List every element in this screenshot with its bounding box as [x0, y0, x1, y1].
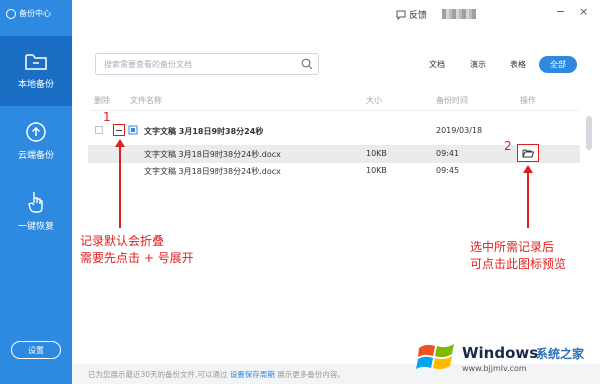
feedback-label: 反馈	[409, 11, 428, 21]
save-period-link[interactable]: 设置保存周期	[230, 370, 275, 379]
document-icon	[128, 125, 138, 138]
footer-prefix: 已为您展示最近30天的备份文件,可以通过	[88, 370, 230, 379]
group-checkbox[interactable]	[95, 126, 103, 134]
folder-icon	[25, 53, 47, 71]
sidebar-item-label: 本地备份	[17, 79, 54, 90]
column-header-action: 操作	[520, 96, 536, 105]
sidebar-item-local-backup[interactable]: 本地备份	[0, 36, 72, 106]
annotation-arrow-line-2	[527, 172, 529, 228]
filter-presentation[interactable]: 演示	[465, 56, 491, 73]
sidebar-item-one-click-restore[interactable]: 一键恢复	[0, 176, 72, 246]
sidebar-item-label: 一键恢复	[17, 221, 54, 232]
minimize-button[interactable]: −	[556, 5, 565, 18]
column-header-time: 备份时间	[436, 96, 468, 105]
app-title: 备份中心	[6, 8, 51, 19]
app-title-label: 备份中心	[19, 9, 51, 18]
sidebar-item-cloud-backup[interactable]: 云端备份	[0, 106, 72, 176]
hand-pointer-icon	[26, 191, 46, 213]
search-input[interactable]	[104, 58, 294, 71]
scrollbar[interactable]	[586, 116, 592, 150]
annotation-line: 需要先点击 + 号展开	[80, 251, 194, 265]
annotation-text-left: 记录默认会折叠 需要先点击 + 号展开	[80, 233, 194, 267]
collapse-toggle-button[interactable]	[113, 124, 125, 136]
watermark-url: www.bjjmlv.com	[462, 364, 527, 373]
windows-logo-icon	[416, 344, 454, 370]
row-time: 09:45	[436, 166, 460, 175]
feedback-button[interactable]: 反馈	[396, 8, 427, 21]
minus-icon	[116, 129, 122, 131]
watermark: Windows 系统之家 www.bjjmlv.com	[412, 336, 600, 380]
filter-doc[interactable]: 文档	[424, 56, 450, 73]
sidebar: 备份中心 本地备份 云端备份 一键恢复 设置	[0, 0, 72, 384]
annotation-number-2: 2	[504, 139, 512, 153]
open-folder-icon	[522, 149, 534, 158]
annotation-number-1: 1	[103, 110, 111, 124]
annotation-line: 选中所需记录后	[470, 240, 555, 254]
cloud-upload-icon	[24, 121, 48, 142]
filter-spreadsheet[interactable]: 表格	[505, 56, 531, 73]
annotation-arrow-line-1	[119, 146, 121, 228]
watermark-brand: Windows	[462, 344, 539, 362]
row-name[interactable]: 文字文稿 3月18日9时38分24秒.docx	[144, 166, 281, 177]
annotation-text-right: 选中所需记录后 可点击此图标预览	[470, 239, 566, 273]
chat-bubble-icon	[396, 10, 406, 20]
row-name: 文字文稿 3月18日9时38分24秒.docx	[144, 150, 281, 159]
search-icon[interactable]	[301, 58, 313, 70]
column-header-size: 大小	[366, 96, 382, 105]
row-time: 09:41	[436, 149, 460, 158]
footer-suffix: 展示更多备份内容。	[274, 370, 345, 379]
app-logo-icon	[6, 8, 16, 19]
column-header-name: 文件名称	[130, 96, 162, 105]
row-size: 10KB	[366, 149, 387, 158]
footer-text: 已为您展示最近30天的备份文件,可以通过 设置保存周期 展示更多备份内容。	[88, 369, 345, 380]
annotation-line: 记录默认会折叠	[80, 234, 165, 248]
filter-all[interactable]: 全部	[539, 56, 577, 73]
close-button[interactable]: ×	[579, 5, 588, 18]
group-title[interactable]: 文字文稿 3月18日9时38分24秒	[144, 126, 263, 137]
header-divider	[90, 110, 578, 111]
annotation-line: 可点击此图标预览	[470, 257, 567, 271]
watermark-cn: 系统之家	[536, 347, 585, 361]
column-header-delete: 删除	[94, 96, 110, 105]
preview-button[interactable]	[517, 144, 539, 162]
settings-button[interactable]: 设置	[11, 341, 61, 359]
row-size: 10KB	[366, 166, 387, 175]
group-date: 2019/03/18	[436, 126, 483, 135]
sidebar-item-label: 云端备份	[17, 150, 54, 161]
user-avatar[interactable]	[442, 9, 476, 19]
search-box	[95, 53, 319, 75]
